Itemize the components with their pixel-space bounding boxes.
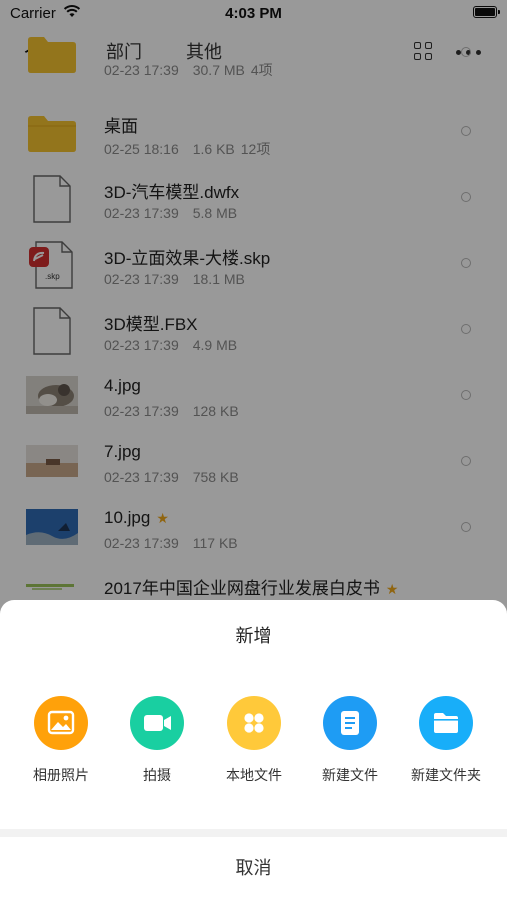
action-local-files[interactable]: 本地文件 [206,696,302,796]
action-label: 新建文件 [322,767,378,783]
action-label: 新建文件夹 [411,767,481,783]
sheet-divider [0,829,507,837]
action-sheet: 新增 相册照片 拍摄 本地文件 新建文件 新建文件夹 取消 [0,600,507,900]
video-camera-icon [130,696,184,750]
action-new-file[interactable]: 新建文件 [302,696,398,796]
sheet-title: 新增 [235,626,272,646]
action-capture[interactable]: 拍摄 [109,696,205,796]
action-label: 本地文件 [226,767,282,783]
new-folder-icon [419,696,473,750]
action-label: 相册照片 [33,767,89,783]
grid-apps-icon [227,696,281,750]
cancel-button[interactable]: 取消 [0,837,507,900]
action-photo-album[interactable]: 相册照片 [13,696,109,796]
photo-album-icon [34,696,88,750]
action-sheet-panel: 新增 相册照片 拍摄 本地文件 新建文件 新建文件夹 [0,600,507,829]
action-label: 拍摄 [143,767,171,783]
new-document-icon [323,696,377,750]
action-new-folder[interactable]: 新建文件夹 [398,696,494,796]
